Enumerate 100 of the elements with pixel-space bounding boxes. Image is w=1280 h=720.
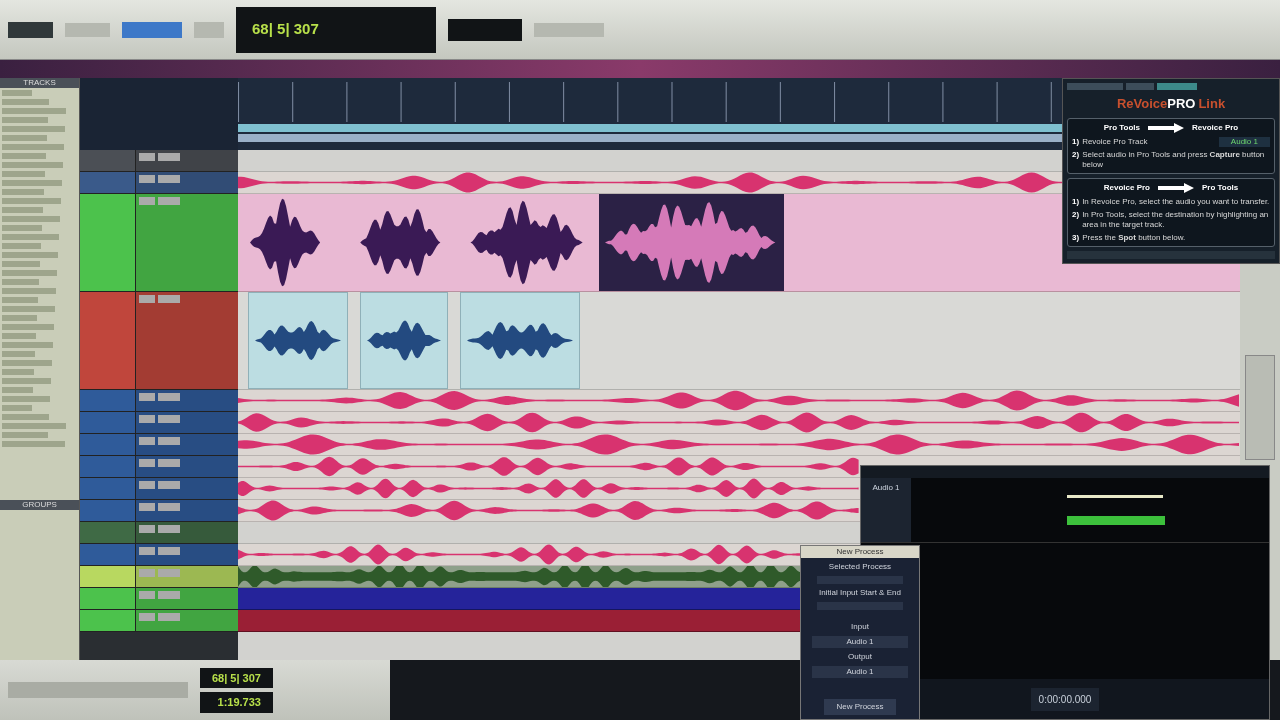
track-list-row[interactable] (2, 288, 56, 294)
track-list-row[interactable] (2, 153, 46, 159)
track-control[interactable] (139, 153, 155, 161)
track-list-row[interactable] (2, 243, 41, 249)
track-list-row[interactable] (2, 189, 44, 195)
track-list-row[interactable] (2, 225, 42, 231)
track-list-row[interactable] (2, 378, 51, 384)
track-list-row[interactable] (2, 396, 50, 402)
track-control[interactable] (139, 175, 155, 183)
section-label: Pro Tools (1103, 121, 1140, 134)
track-list-row[interactable] (2, 135, 47, 141)
track-list-row[interactable] (2, 198, 61, 204)
dialog-title: New Process (801, 546, 919, 558)
track-control[interactable] (139, 569, 155, 577)
transport-buttons[interactable] (8, 682, 188, 698)
track-list-row[interactable] (2, 387, 33, 393)
track-control[interactable] (139, 503, 155, 511)
track-control[interactable] (158, 459, 180, 467)
sub-counter: 1:19.733 (200, 692, 273, 713)
edit-mode-buttons[interactable] (122, 21, 182, 38)
track-control[interactable] (158, 503, 180, 511)
track-field[interactable]: Audio 1 (1218, 136, 1270, 147)
step-number: 2) (1072, 209, 1080, 220)
track-control[interactable] (139, 547, 155, 555)
track-list-row[interactable] (2, 171, 45, 177)
track-list-row[interactable] (2, 315, 37, 321)
track-control[interactable] (158, 547, 180, 555)
logo-text: ReVoice (1116, 95, 1168, 113)
panel-button[interactable] (1067, 83, 1123, 90)
track-list-row[interactable] (2, 369, 34, 375)
track-list-row[interactable] (2, 90, 32, 96)
track-list-row[interactable] (2, 405, 32, 411)
track-control[interactable] (139, 415, 155, 423)
track-list-row[interactable] (2, 360, 52, 366)
track-control[interactable] (158, 415, 180, 423)
track-list-row[interactable] (2, 117, 48, 123)
dropdown[interactable]: Audio 1 (812, 666, 908, 678)
track-list-row[interactable] (2, 261, 40, 267)
track-list-row[interactable] (2, 162, 63, 168)
track-list-row[interactable] (2, 414, 49, 420)
track-control[interactable] (158, 569, 180, 577)
track-list-row[interactable] (2, 126, 65, 132)
timecode: 0:00:00.000 (1030, 687, 1100, 711)
step-number: 1) (1072, 136, 1080, 147)
track-list-row[interactable] (2, 351, 35, 357)
track-list-row[interactable] (2, 333, 36, 339)
section-label: Revoice Pro (1192, 121, 1239, 134)
track-control[interactable] (158, 481, 180, 489)
track-list-row[interactable] (2, 207, 43, 213)
main-counter: 68| 5| 307 (252, 19, 319, 40)
toolbar-button[interactable] (8, 21, 53, 38)
track-list-row[interactable] (2, 99, 49, 105)
scrollbar[interactable] (1245, 355, 1275, 460)
dropdown[interactable]: Audio 1 (812, 636, 908, 648)
section-label: Pro Tools (1201, 181, 1239, 194)
track-list-row[interactable] (2, 216, 60, 222)
track-list-row[interactable] (2, 180, 62, 186)
track-list-row[interactable] (2, 342, 53, 348)
transport-button[interactable] (534, 22, 604, 37)
track-list-row[interactable] (2, 306, 55, 312)
step-text: In Revoice Pro, select the audio you want to transfer. (1082, 196, 1270, 207)
track-control[interactable] (158, 437, 180, 445)
track-list-row[interactable] (2, 144, 64, 150)
panel-button[interactable] (1157, 83, 1197, 90)
track-control[interactable] (158, 197, 180, 205)
track-control[interactable] (158, 591, 180, 599)
track-list-row[interactable] (2, 234, 59, 240)
track-list-row[interactable] (2, 108, 66, 114)
track-control[interactable] (158, 613, 180, 621)
track-control[interactable] (139, 437, 155, 445)
track-list-row[interactable] (2, 324, 54, 330)
track-list-row[interactable] (2, 297, 38, 303)
track-list-row[interactable] (2, 423, 66, 429)
track-control[interactable] (139, 295, 155, 303)
new-process-button[interactable]: New Process (824, 699, 896, 715)
track-list-row[interactable] (2, 279, 39, 285)
track-control[interactable] (139, 481, 155, 489)
track-list-row[interactable] (2, 432, 48, 438)
track-control[interactable] (139, 197, 155, 205)
tool-buttons[interactable] (194, 21, 224, 38)
panel-button[interactable] (1126, 83, 1154, 90)
track-list-row[interactable] (2, 441, 65, 447)
track-control[interactable] (139, 525, 155, 533)
track-list-row[interactable] (2, 252, 58, 258)
track-control[interactable] (158, 525, 180, 533)
track-name: Audio 1 (872, 482, 900, 494)
step-number: 1) (1072, 196, 1080, 207)
field-label: Initial Input Start & End (819, 587, 901, 599)
track-control[interactable] (139, 459, 155, 467)
track-control[interactable] (158, 393, 180, 401)
step-text: Revoice Pro Track (1082, 136, 1148, 147)
section-label: Revoice Pro (1103, 181, 1150, 194)
track-control[interactable] (158, 175, 180, 183)
track-control[interactable] (139, 393, 155, 401)
step-number: 3) (1072, 232, 1080, 243)
track-control[interactable] (158, 153, 180, 161)
track-control[interactable] (139, 591, 155, 599)
track-control[interactable] (139, 613, 155, 621)
track-list-row[interactable] (2, 270, 57, 276)
track-control[interactable] (158, 295, 180, 303)
